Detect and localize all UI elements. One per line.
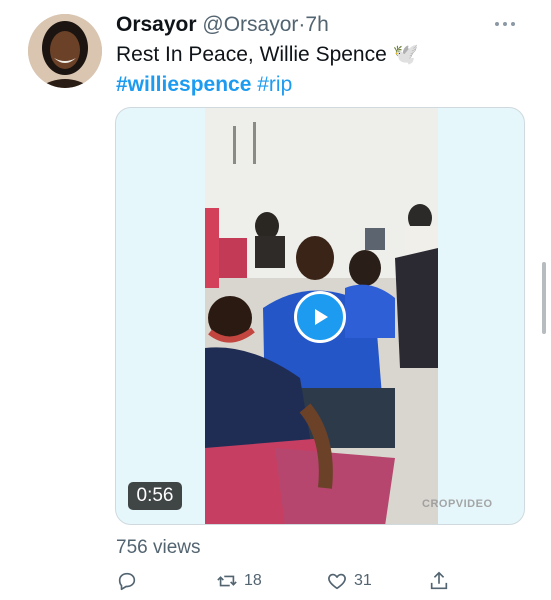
like-count: 31	[354, 572, 372, 589]
reply-icon	[118, 572, 136, 591]
tweet-header: Orsayor @Orsayor·7h	[116, 12, 329, 38]
hashtag-link[interactable]: #rip	[257, 73, 292, 96]
avatar[interactable]	[28, 14, 102, 88]
retweet-button[interactable]: 18	[216, 566, 262, 596]
video-watermark: CROPVIDEO	[422, 498, 493, 510]
video-duration: 0:56	[128, 482, 182, 510]
retweet-icon	[217, 575, 237, 587]
play-button[interactable]	[294, 291, 346, 343]
heart-icon	[328, 573, 346, 590]
display-name[interactable]: Orsayor	[116, 13, 197, 36]
play-icon	[315, 309, 328, 325]
hashtags: #williespence #rip	[116, 72, 292, 98]
view-count: 756 views	[116, 537, 201, 558]
like-button[interactable]: 31	[326, 566, 372, 596]
hashtag-link[interactable]: #williespence	[116, 73, 251, 96]
scrollbar[interactable]	[542, 262, 546, 334]
retweet-count: 18	[244, 572, 262, 589]
tweet-actions: 18 31	[116, 566, 448, 596]
share-icon	[430, 571, 448, 590]
share-button[interactable]	[428, 566, 450, 596]
tweet-timestamp[interactable]: 7h	[305, 13, 328, 36]
reply-button[interactable]	[116, 566, 138, 596]
more-options-icon[interactable]	[495, 19, 521, 29]
user-handle[interactable]: @Orsayor	[202, 13, 298, 36]
tweet-text: Rest In Peace, Willie Spence 🕊️	[116, 43, 419, 66]
